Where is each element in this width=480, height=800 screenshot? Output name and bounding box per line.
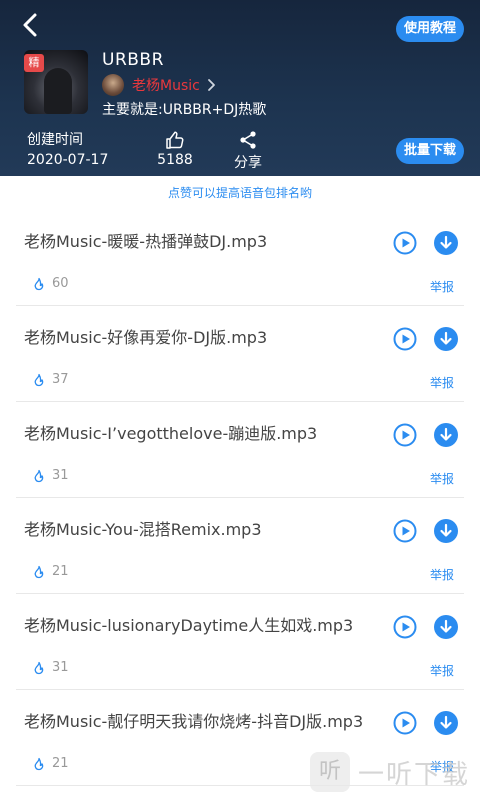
download-icon[interactable] [434,519,458,543]
report-link[interactable]: 举报 [430,374,454,391]
author-avatar [102,74,124,96]
share-stat[interactable]: 分享 [232,130,264,172]
download-icon[interactable] [434,327,458,351]
like-count: 5188 [157,152,193,168]
track-name: 老杨Music-I’vegotthelove-蹦迪版.mp3 [24,424,318,443]
play-icon[interactable] [393,519,417,543]
like-flame-icon [34,469,44,482]
author-link[interactable]: 老杨Music [102,74,216,96]
like-flame-icon [34,565,44,578]
track-like-stat[interactable]: 60 [32,276,69,291]
download-icon[interactable] [434,711,458,735]
track-row[interactable]: 老杨Music-好像再爱你-DJ版.mp3 37 举报 [16,306,464,402]
author-name: 老杨Music [132,78,200,94]
play-icon[interactable] [393,711,417,735]
track-like-count: 60 [52,276,69,291]
site-watermark: 听 一听下载 [309,752,470,792]
thumbs-up-icon[interactable] [165,130,185,150]
track-name: 老杨Music-lusionaryDaytime人生如戏.mp3 [24,616,354,635]
track-like-stat[interactable]: 31 [32,468,69,483]
like-flame-icon [34,661,44,674]
like-flame-icon [34,277,44,290]
report-link[interactable]: 举报 [430,662,454,679]
watermark-text: 一听下载 [357,759,470,790]
track-list: 老杨Music-暖暖-热播弹鼓DJ.mp3 60 举报 老杨Music-好像再爱… [16,210,464,786]
download-icon[interactable] [434,423,458,447]
track-like-count: 21 [52,564,69,579]
track-name: 老杨Music-You-混搭Remix.mp3 [24,520,262,539]
album-title: URBBR [102,50,164,70]
track-row[interactable]: 老杨Music-暖暖-热播弹鼓DJ.mp3 60 举报 [16,210,464,306]
track-row[interactable]: 老杨Music-You-混搭Remix.mp3 21 举报 [16,498,464,594]
track-like-count: 37 [52,372,69,387]
track-name: 老杨Music-暖暖-热播弹鼓DJ.mp3 [24,232,268,251]
play-icon[interactable] [393,423,417,447]
report-link[interactable]: 举报 [430,566,454,583]
track-like-stat[interactable]: 21 [32,756,69,771]
watermark-logo: 听 [309,752,350,792]
like-tip: 点赞可以提高语音包排名哟 [167,186,312,200]
download-icon[interactable] [434,615,458,639]
track-row[interactable]: 老杨Music-I’vegotthelove-蹦迪版.mp3 31 举报 [16,402,464,498]
track-like-count: 31 [52,660,69,675]
share-icon[interactable] [238,130,258,150]
batch-download-button[interactable]: 批量下载 [395,138,464,164]
track-name: 老杨Music-好像再爱你-DJ版.mp3 [24,328,268,347]
play-icon[interactable] [393,615,417,639]
album-description: 主要就是:URBBR+DJ热歌 [102,102,267,118]
track-like-stat[interactable]: 31 [32,660,69,675]
play-icon[interactable] [393,231,417,255]
track-row[interactable]: 老杨Music-lusionaryDaytime人生如戏.mp3 31 举报 [16,594,464,690]
track-name: 老杨Music-靓仔明天我请你烧烤-抖音DJ版.mp3 [24,712,364,731]
track-like-stat[interactable]: 37 [32,372,69,387]
track-like-count: 21 [52,756,69,771]
like-flame-icon [34,757,44,770]
like-flame-icon [34,373,44,386]
chevron-right-icon [207,79,215,91]
share-label: 分享 [234,155,262,171]
created-date: 2020-07-17 [27,152,109,168]
report-link[interactable]: 举报 [430,278,454,295]
report-link[interactable]: 举报 [430,470,454,487]
album-cover: 精 [24,50,88,114]
like-stat[interactable]: 5188 [157,130,193,168]
track-like-stat[interactable]: 21 [32,564,69,579]
cover-figure [44,68,72,114]
play-icon[interactable] [393,327,417,351]
track-like-count: 31 [52,468,69,483]
album-header: 使用教程 精 URBBR 老杨Music 主要就是:URBBR+DJ热歌 创建时… [0,0,480,176]
download-icon[interactable] [434,231,458,255]
tutorial-button[interactable]: 使用教程 [395,16,464,42]
featured-badge: 精 [24,54,44,72]
back-arrow-icon[interactable] [18,10,44,40]
created-label: 创建时间 [27,132,83,148]
created-stat: 创建时间 2020-07-17 [27,130,108,168]
